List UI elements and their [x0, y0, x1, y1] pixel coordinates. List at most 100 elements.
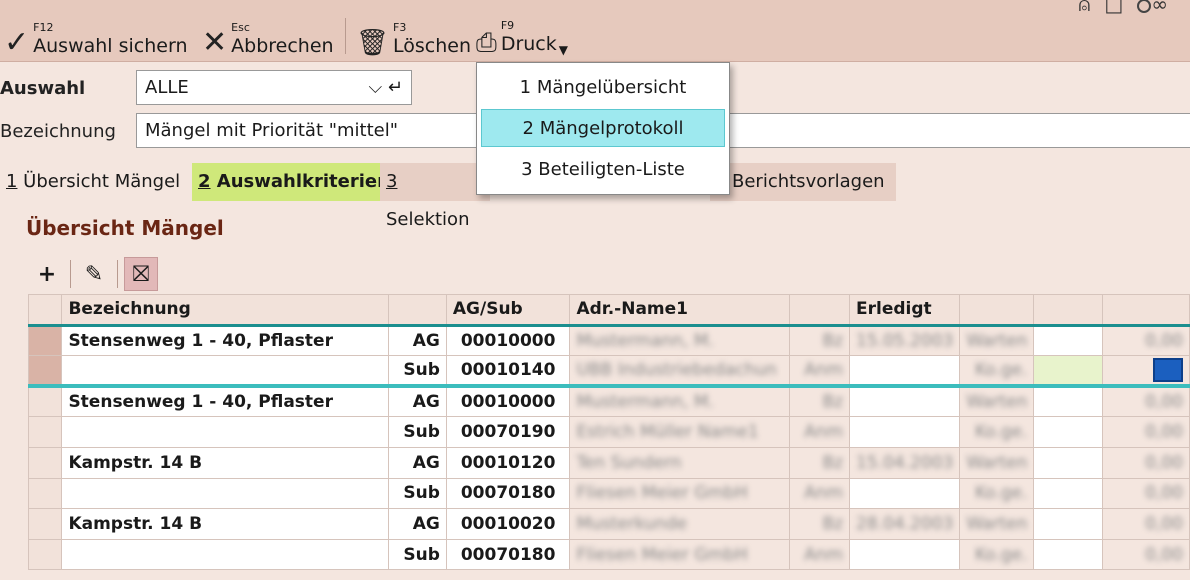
date-cell[interactable]: 28.04.2003 [849, 508, 961, 540]
col-header[interactable] [1101, 294, 1190, 326]
number-cell[interactable]: 00010000 [445, 323, 571, 357]
row-header[interactable] [27, 508, 63, 540]
bezeichnung-cell[interactable] [61, 355, 390, 389]
bezeichnung-cell[interactable] [61, 416, 390, 448]
col-header[interactable] [789, 294, 851, 326]
number-cell[interactable]: 00010020 [445, 508, 571, 540]
empty-cell[interactable] [1033, 385, 1103, 418]
date-cell[interactable]: 15.04.2003 [849, 446, 961, 479]
name-cell[interactable]: Mustermann, M. [569, 385, 791, 418]
type-cell[interactable]: Sub [388, 538, 447, 571]
kz-cell[interactable]: Bz [789, 323, 851, 357]
window-icon[interactable]: □ [1104, 0, 1137, 16]
auswahl-select[interactable]: ALLE ⌵ ↵ [136, 70, 412, 105]
row-header[interactable] [27, 416, 63, 448]
chevron-down-icon[interactable]: ⌵ ↵ [369, 71, 403, 104]
kz-cell[interactable]: Bz [789, 508, 851, 540]
kz-cell[interactable]: Anm [789, 477, 851, 510]
number-cell[interactable]: 00010140 [445, 355, 571, 389]
status-cell[interactable]: Warten [959, 385, 1035, 418]
tab-report-templates[interactable]: Berichtsvorlagen [710, 163, 896, 201]
col-header[interactable]: Adr.-Name1 [569, 294, 791, 326]
kz-cell[interactable]: Anm [789, 355, 851, 389]
row-header[interactable] [27, 323, 63, 357]
date-cell[interactable] [849, 385, 961, 418]
bezeichnung-cell[interactable]: Stensenweg 1 - 40, Pflaster [61, 323, 390, 357]
edit-icon[interactable]: ✎ [77, 257, 111, 291]
number-cell[interactable]: 00070180 [445, 477, 571, 510]
link-icon[interactable]: ∞ [1151, 0, 1182, 16]
row-header[interactable] [27, 446, 63, 479]
empty-cell[interactable] [1033, 355, 1103, 389]
table-row[interactable]: Sub 00070180 Fliesen Meier GmbH Anm Ko.g… [27, 538, 1190, 571]
tab-selection[interactable]: 3 Selektion [380, 163, 490, 230]
table-row[interactable]: Sub 00010140 UBB Industriebedachun Anm K… [27, 355, 1190, 389]
row-header[interactable] [27, 477, 63, 510]
col-header[interactable]: Erledigt [849, 294, 961, 326]
empty-cell[interactable] [1033, 477, 1103, 510]
save-selection-button[interactable]: ✓ F12 Auswahl sichern [4, 10, 188, 58]
value-cell[interactable]: 0,00 [1101, 508, 1190, 540]
bezeichnung-cell[interactable] [61, 477, 390, 510]
date-cell[interactable]: 15.05.2003 [849, 323, 961, 357]
type-cell[interactable]: AG [388, 508, 447, 540]
value-cell[interactable]: 0,00 [1101, 323, 1190, 357]
name-cell[interactable]: Ten Sundern [569, 446, 791, 479]
status-cell[interactable]: Warten [959, 508, 1035, 540]
delete-button[interactable]: 🗑 F3 Löschen [356, 10, 471, 59]
number-cell[interactable]: 00070180 [445, 538, 571, 571]
value-cell[interactable]: 0,00 [1101, 385, 1190, 418]
type-cell[interactable]: Sub [388, 355, 447, 389]
empty-cell[interactable] [1033, 538, 1103, 571]
empty-cell[interactable] [1033, 416, 1103, 448]
kz-cell[interactable]: Anm [789, 538, 851, 571]
row-header[interactable] [27, 385, 63, 418]
status-cell[interactable]: Warten [959, 446, 1035, 479]
status-cell[interactable]: Ko.ge. [959, 416, 1035, 448]
tab-overview[interactable]: 1 Übersicht Mängel [0, 163, 186, 201]
type-cell[interactable]: AG [388, 385, 447, 418]
tab-criteria[interactable]: 2 Auswahlkriterien [192, 163, 396, 201]
empty-cell[interactable] [1033, 323, 1103, 357]
value-cell[interactable]: 0,00 [1101, 416, 1190, 448]
name-cell[interactable]: Mustermann, M. [569, 323, 791, 357]
bezeichnung-cell[interactable]: Kampstr. 14 B [61, 508, 390, 540]
bezeichnung-cell[interactable] [61, 538, 390, 571]
date-cell[interactable] [849, 416, 961, 448]
date-cell[interactable] [849, 538, 961, 571]
type-cell[interactable]: AG [388, 323, 447, 357]
name-cell[interactable]: Musterkunde [569, 508, 791, 540]
name-cell[interactable]: Fliesen Meier GmbH [569, 477, 791, 510]
col-header[interactable] [388, 294, 447, 326]
table-row[interactable]: Sub 00070190 Estrich Müller Name1 Anm Ko… [27, 416, 1190, 448]
table-row[interactable]: Kampstr. 14 B AG 00010120 Ten Sundern Bz… [27, 446, 1190, 479]
value-cell[interactable]: 0,00 [1101, 446, 1190, 479]
status-cell[interactable]: Ko.ge. [959, 477, 1035, 510]
menu-item-defect-protocol[interactable]: 2 Mängelprotokoll [481, 109, 725, 147]
menu-item-defect-overview[interactable]: 1 Mängelübersicht [481, 69, 725, 107]
status-cell[interactable]: Ko.ge. [959, 538, 1035, 571]
bezeichnung-cell[interactable]: Stensenweg 1 - 40, Pflaster [61, 385, 390, 418]
name-cell[interactable]: UBB Industriebedachun [569, 355, 791, 389]
name-cell[interactable]: Estrich Müller Name1 [569, 416, 791, 448]
cancel-button[interactable]: ✕ Esc Abbrechen [202, 10, 334, 58]
col-header[interactable] [1033, 294, 1103, 326]
type-cell[interactable]: Sub [388, 477, 447, 510]
filter-off-icon[interactable]: ⛝ [124, 257, 158, 291]
type-cell[interactable]: AG [388, 446, 447, 479]
value-cell[interactable]: 0,00 [1101, 538, 1190, 571]
status-cell[interactable]: Warten [959, 323, 1035, 357]
name-cell[interactable]: Fliesen Meier GmbH [569, 538, 791, 571]
selected-cell[interactable] [1101, 355, 1190, 389]
table-row[interactable]: Sub 00070180 Fliesen Meier GmbH Anm Ko.g… [27, 477, 1190, 510]
value-cell[interactable]: 0,00 [1101, 477, 1190, 510]
col-header[interactable] [959, 294, 1035, 326]
number-cell[interactable]: 00070190 [445, 416, 571, 448]
kz-cell[interactable]: Bz [789, 385, 851, 418]
add-icon[interactable]: + [30, 257, 64, 291]
date-cell[interactable] [849, 355, 961, 389]
minimize-icon[interactable] [1137, 0, 1152, 13]
col-header[interactable]: Bezeichnung [61, 294, 390, 326]
table-row[interactable]: Kampstr. 14 B AG 00010020 Musterkunde Bz… [27, 508, 1190, 540]
empty-cell[interactable] [1033, 446, 1103, 479]
